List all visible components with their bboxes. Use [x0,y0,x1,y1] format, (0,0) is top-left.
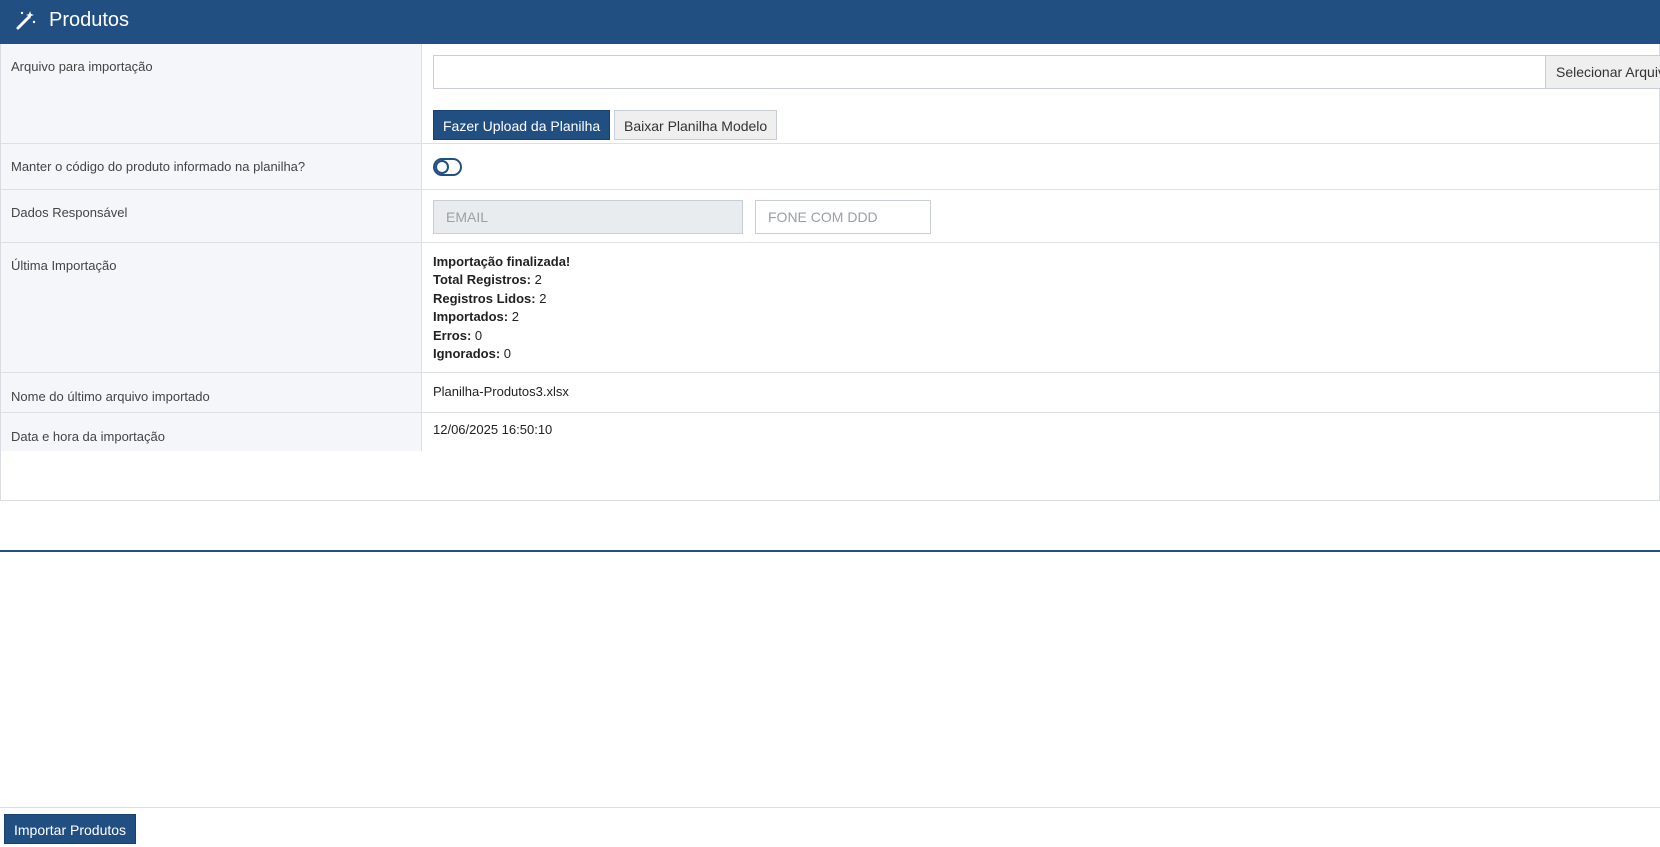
last-file-content: Planilha-Produtos3.xlsx [422,373,1660,412]
datetime-row: Data e hora da importação 12/06/2025 16:… [1,413,1660,451]
import-summary: Importação finalizada! Total Registros: … [433,253,570,363]
section-divider [0,550,1660,552]
keep-code-content [422,144,1660,189]
page-title: Produtos [49,9,130,31]
errors-value: 0 [474,327,483,343]
phone-field[interactable] [755,200,931,234]
datetime-content: 12/06/2025 16:50:10 [422,413,1660,451]
download-template-button[interactable]: Baixar Planilha Modelo [614,110,778,140]
keep-code-label-cell: Manter o código do produto informado na … [1,144,422,189]
page-header: Produtos [0,0,1660,44]
import-products-button[interactable]: Importar Produtos [4,814,137,844]
read-records-label: Registros Lidos: [433,290,536,306]
file-row-label-cell: Arquivo para importação [1,44,422,143]
file-row-label: Arquivo para importação [11,59,153,74]
toggle-knob [435,160,449,174]
responsible-row: Dados Responsável [1,190,1660,243]
file-row-content: Selecionar Arquivo Fazer Upload da Plani… [422,44,1660,143]
last-import-content: Importação finalizada! Total Registros: … [422,243,1660,372]
select-file-button[interactable]: Selecionar Arquivo [1545,55,1660,89]
last-file-label-cell: Nome do último arquivo importado [1,373,422,412]
keep-code-row: Manter o código do produto informado na … [1,144,1660,190]
footer-border [0,807,1660,808]
upload-spreadsheet-button[interactable]: Fazer Upload da Planilha [433,110,611,140]
datetime-label-cell: Data e hora da importação [1,413,422,451]
responsible-label: Dados Responsável [11,205,128,220]
last-file-name: Planilha-Produtos3.xlsx [433,384,569,399]
last-file-label: Nome do último arquivo importado [11,389,210,404]
total-records-label: Total Registros: [433,272,531,288]
email-field[interactable] [433,200,743,234]
datetime-label: Data e hora da importação [11,429,165,444]
ignored-value: 0 [503,346,512,362]
file-path-input[interactable] [433,55,1546,89]
ignored-label: Ignorados: [433,346,501,362]
import-status: Importação finalizada! [433,254,571,269]
import-form-panel: Arquivo para importação Selecionar Arqui… [0,44,1660,501]
read-records-value: 2 [539,290,547,306]
imported-value: 2 [511,309,519,325]
total-records-value: 2 [534,272,542,288]
last-import-row: Última Importação Importação finalizada!… [1,243,1660,373]
imported-label: Importados: [433,309,509,325]
keep-code-label: Manter o código do produto informado na … [11,159,306,174]
responsible-label-cell: Dados Responsável [1,190,422,242]
responsible-content [422,190,1660,242]
errors-label: Erros: [433,327,472,343]
file-row: Arquivo para importação Selecionar Arqui… [1,44,1660,144]
magic-wand-icon [16,11,36,30]
last-file-row: Nome do último arquivo importado Planilh… [1,373,1660,413]
import-datetime: 12/06/2025 16:50:10 [433,422,553,437]
keep-code-toggle[interactable] [433,158,462,176]
last-import-label-cell: Última Importação [1,243,422,372]
last-import-label: Última Importação [11,258,117,273]
